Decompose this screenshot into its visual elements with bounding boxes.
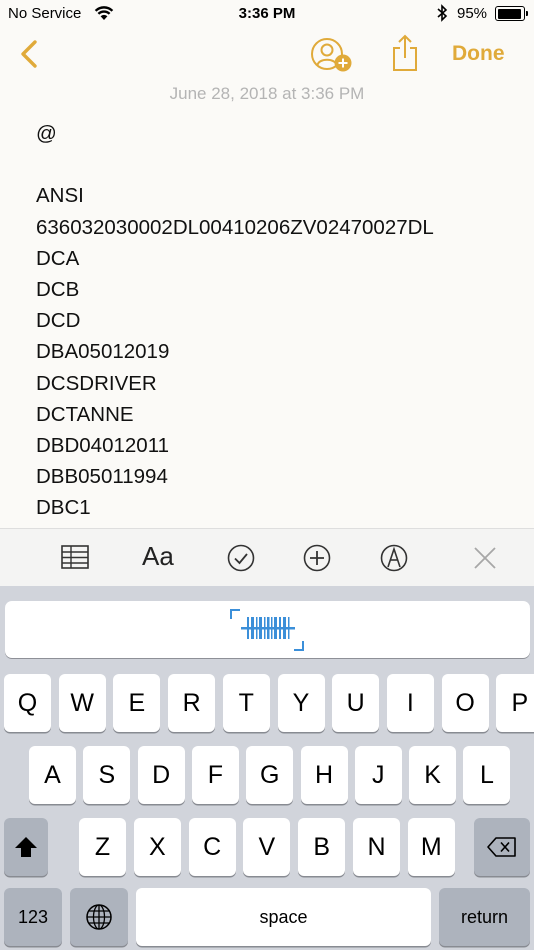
backspace-key[interactable]: [474, 818, 530, 876]
globe-key[interactable]: [70, 888, 128, 946]
backspace-icon: [487, 837, 516, 857]
barcode-scan-bar[interactable]: [5, 601, 530, 658]
key-n[interactable]: N: [353, 818, 400, 876]
key-v[interactable]: V: [243, 818, 291, 876]
note-line: DBA05012019: [36, 340, 170, 364]
key-u[interactable]: U: [332, 674, 380, 732]
text-format-button[interactable]: Aa: [142, 541, 174, 572]
key-x[interactable]: X: [133, 818, 181, 876]
status-bar: No Service 3:36 PM 95%: [0, 0, 534, 28]
note-text-area[interactable]: @ ANSI 636032030002DL00410206ZV02470027DL D…: [36, 118, 516, 528]
key-z[interactable]: Z: [79, 818, 126, 876]
key-w[interactable]: W: [58, 674, 106, 732]
key-s[interactable]: S: [83, 746, 131, 804]
checklist-icon[interactable]: [226, 543, 256, 573]
key-d[interactable]: D: [137, 746, 185, 804]
add-attachment-icon[interactable]: [302, 543, 332, 573]
key-b[interactable]: B: [298, 818, 346, 876]
markup-pen-icon[interactable]: [379, 543, 409, 573]
battery-percent: 95%: [457, 5, 488, 22]
numbers-key[interactable]: 123: [4, 888, 62, 946]
note-line: DBC1: [36, 496, 91, 520]
done-button[interactable]: Done: [452, 42, 505, 66]
key-m[interactable]: M: [407, 818, 455, 876]
note-line: @: [36, 122, 57, 145]
note-line: [36, 149, 516, 180]
key-c[interactable]: C: [188, 818, 236, 876]
key-y[interactable]: Y: [277, 674, 325, 732]
key-h[interactable]: H: [300, 746, 348, 804]
key-f[interactable]: F: [191, 746, 239, 804]
note-line: DBB05011994: [36, 465, 168, 489]
key-l[interactable]: L: [463, 746, 511, 804]
key-k[interactable]: K: [409, 746, 457, 804]
note-line: DCD: [36, 309, 81, 333]
note-line: DCB: [36, 277, 80, 301]
clock: 3:36 PM: [238, 5, 296, 22]
return-key[interactable]: return: [439, 888, 530, 946]
key-q[interactable]: Q: [4, 674, 51, 732]
key-o[interactable]: O: [441, 674, 489, 732]
note-date: June 28, 2018 at 3:36 PM: [169, 84, 365, 103]
note-line: DCA: [36, 246, 80, 270]
key-p[interactable]: P: [496, 674, 534, 732]
key-i[interactable]: I: [386, 674, 434, 732]
bluetooth-icon: [436, 4, 448, 26]
add-people-icon[interactable]: [310, 36, 356, 76]
key-a[interactable]: A: [29, 746, 76, 804]
key-t[interactable]: T: [222, 674, 270, 732]
note-line: DBD04012011: [36, 433, 169, 457]
battery-icon: [495, 6, 528, 21]
key-e[interactable]: E: [113, 674, 161, 732]
note-line: 636032030002DL00410206ZV02470027DL: [36, 215, 434, 239]
note-line: ANSI: [36, 184, 84, 208]
navigation-bar: Done: [0, 28, 534, 82]
key-r[interactable]: R: [168, 674, 216, 732]
back-chevron-icon[interactable]: [18, 38, 42, 70]
table-icon[interactable]: [60, 543, 90, 573]
keyboard: QWERTYUIOP ASDFGHJKL ZXCVBNM 123 space r…: [0, 586, 534, 950]
close-icon[interactable]: [470, 543, 500, 573]
note-line: DCSDRIVER: [36, 371, 157, 395]
space-key[interactable]: space: [136, 888, 431, 946]
key-j[interactable]: J: [354, 746, 402, 804]
barcode-scanner-icon: [230, 609, 304, 651]
formatting-toolbar: Aa: [0, 528, 534, 586]
globe-icon: [86, 904, 112, 930]
shift-arrow-icon: [15, 837, 37, 857]
share-icon[interactable]: [390, 33, 420, 73]
note-line: DCTANNE: [36, 402, 134, 426]
shift-key[interactable]: [4, 818, 48, 876]
key-g[interactable]: G: [246, 746, 294, 804]
